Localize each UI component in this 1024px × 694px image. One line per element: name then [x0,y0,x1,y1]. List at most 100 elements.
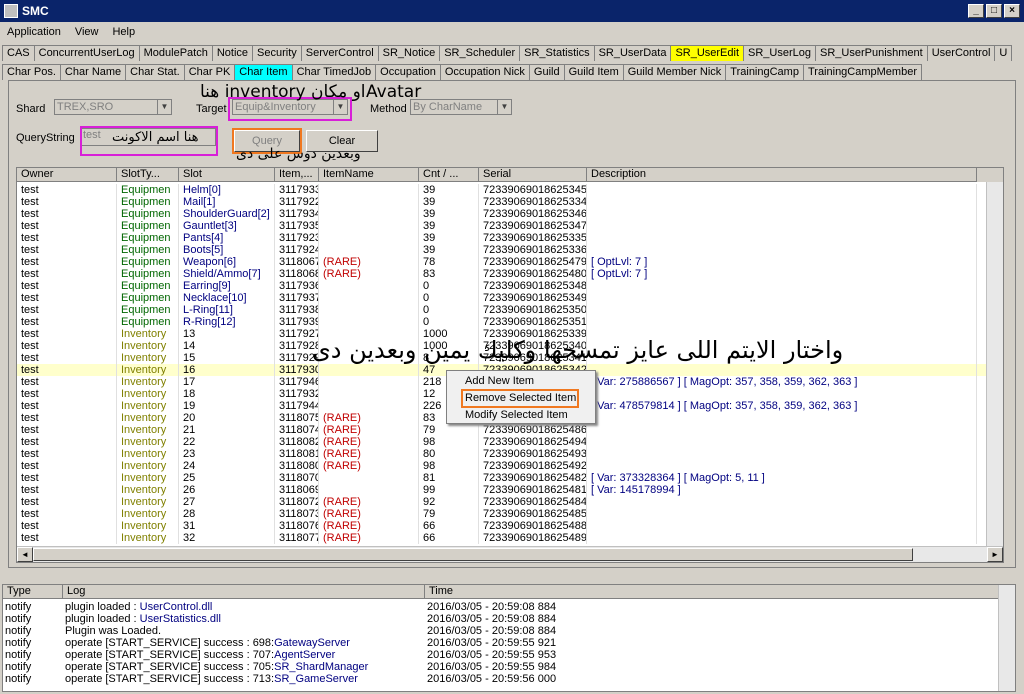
tab-main-14[interactable]: U [994,45,1013,61]
grid-col-0[interactable]: Owner [17,168,117,182]
table-cell: Inventory [117,388,179,400]
table-cell: 92 [419,496,479,508]
log-vertical-scrollbar[interactable] [998,585,1015,691]
table-row[interactable]: test Inventory 25 3118070 81 7233906901862548… [17,472,987,484]
item-grid[interactable]: Owner SlotTy... Slot Item,... ItemName Cnt / … [16,167,1004,563]
log-col-type[interactable]: Type [3,585,63,599]
table-row[interactable]: test Equipmen Pants[4] 3117923 39 72339069018… [17,232,987,244]
table-row[interactable]: test Inventory 21 3118074 (RARE) 79 7233906901… [17,424,987,436]
table-cell: test [17,436,117,448]
menu-application[interactable]: Application [0,26,68,38]
grid-col-4[interactable]: ItemName [319,168,419,182]
table-cell: test [17,424,117,436]
table-row[interactable]: test Inventory 28 3118073 (RARE) 79 7233906901… [17,508,987,520]
tab-sub-7[interactable]: Occupation Nick [439,64,530,80]
shard-select[interactable]: TREX,SRO ▼ [54,99,172,115]
tab-sub-4[interactable]: Char Item [234,64,293,80]
table-row[interactable]: test Equipmen Weapon[6] 3118067 (RARE) 78 7233… [17,256,987,268]
table-row[interactable]: test Equipmen Earring[9] 3117936 0 7233906901… [17,280,987,292]
log-col-time[interactable]: Time [425,585,1001,599]
grid-col-3[interactable]: Item,... [275,168,319,182]
grid-col-5[interactable]: Cnt / ... [419,168,479,182]
table-cell: Equipmen [117,184,179,196]
tab-sub-2[interactable]: Char Stat. [125,64,185,80]
table-row[interactable]: test Inventory 32 3118077 (RARE) 66 7233906901… [17,532,987,544]
table-row[interactable]: test Equipmen Gauntlet[3] 3117935 39 72339069… [17,220,987,232]
log-message: operate [START_SERVICE] success : 713:SR… [63,673,425,685]
tab-sub-0[interactable]: Char Pos. [2,64,61,80]
tab-sub-3[interactable]: Char PK [183,64,236,80]
table-row[interactable]: test Inventory 24 3118080 (RARE) 98 7233906901… [17,460,987,472]
grid-horizontal-scrollbar[interactable]: ◄ ► [17,546,1003,562]
table-row[interactable]: test Inventory 26 3118069 99 7233906901862548… [17,484,987,496]
table-cell: Inventory [117,364,179,376]
scroll-thumb[interactable] [33,548,913,561]
tab-sub-11[interactable]: TrainingCamp [725,64,804,80]
tab-main-7[interactable]: SR_Scheduler [439,45,521,61]
tab-main-9[interactable]: SR_UserData [593,45,672,61]
table-cell: 39 [419,220,479,232]
log-time: 2016/03/05 - 20:59:55 921 [427,637,557,649]
tab-sub-12[interactable]: TrainingCampMember [802,64,922,80]
grid-col-7[interactable]: Description [587,168,977,182]
ctx-modify-selected-item[interactable]: Modify Selected Item [465,409,568,421]
tab-main-5[interactable]: ServerControl [300,45,379,61]
menu-view[interactable]: View [68,26,106,38]
tab-main-2[interactable]: ModulePatch [138,45,213,61]
ctx-add-new-item[interactable]: Add New Item [465,375,534,387]
table-row[interactable]: test Equipmen L-Ring[11] 3117938 0 7233906901… [17,304,987,316]
table-cell: 31 [179,520,275,532]
menu-help[interactable]: Help [105,26,142,38]
tab-main-8[interactable]: SR_Statistics [519,45,595,61]
log-text: plugin loaded : [65,601,140,613]
tab-main-6[interactable]: SR_Notice [377,45,441,61]
tab-main-1[interactable]: ConcurrentUserLog [33,45,140,61]
tab-main-10[interactable]: SR_UserEdit [670,45,745,61]
table-row[interactable]: test Equipmen Boots[5] 3117924 39 72339069018… [17,244,987,256]
tab-sub-6[interactable]: Occupation [375,64,441,80]
table-row[interactable]: test Equipmen ShoulderGuard[2] 3117934 39 723… [17,208,987,220]
grid-vertical-scrollbar[interactable] [986,182,1003,562]
tab-sub-1[interactable]: Char Name [59,64,127,80]
tab-sub-10[interactable]: Guild Member Nick [622,64,727,80]
table-row[interactable]: test Equipmen R-Ring[12] 3117939 0 7233906901… [17,316,987,328]
tab-sub-9[interactable]: Guild Item [563,64,624,80]
scroll-right-icon[interactable]: ► [987,547,1003,562]
table-row[interactable]: test Inventory 27 3118072 (RARE) 92 7233906901… [17,496,987,508]
table-cell: Equipmen [117,232,179,244]
tab-main-12[interactable]: SR_UserPunishment [815,45,928,61]
tab-main-4[interactable]: Security [252,45,302,61]
table-row[interactable]: test Inventory 31 3118076 (RARE) 66 7233906901… [17,520,987,532]
tab-main-13[interactable]: UserControl [926,45,996,61]
close-button[interactable]: × [1004,4,1020,18]
log-time: 2016/03/05 - 20:59:55 953 [427,649,557,661]
tab-main-3[interactable]: Notice [211,45,254,61]
table-cell [587,436,977,448]
grid-col-2[interactable]: Slot [179,168,275,182]
table-cell [587,184,977,196]
tab-sub-8[interactable]: Guild [528,64,565,80]
grid-header: Owner SlotTy... Slot Item,... ItemName Cnt / … [17,168,1003,182]
table-row[interactable]: test Equipmen Shield/Ammo[7] 3118068 (RARE) 8… [17,268,987,280]
table-cell: ShoulderGuard[2] [179,208,275,220]
scroll-left-icon[interactable]: ◄ [17,547,33,562]
tab-main-11[interactable]: SR_UserLog [743,45,816,61]
minimize-button[interactable]: _ [968,4,984,18]
tab-main-0[interactable]: CAS [2,45,35,61]
tab-sub-5[interactable]: Char TimedJob [291,64,377,80]
table-row[interactable]: test Equipmen Mail[1] 3117922 39 723390690186… [17,196,987,208]
method-select[interactable]: By CharName ▼ [410,99,512,115]
maximize-button[interactable]: □ [986,4,1002,18]
table-cell: Inventory [117,376,179,388]
table-cell: 72339069018625347 [479,220,587,232]
table-row[interactable]: test Inventory 23 3118081 (RARE) 80 7233906901… [17,448,987,460]
table-row[interactable]: test Inventory 22 3118082 (RARE) 98 7233906901… [17,436,987,448]
log-col-log[interactable]: Log [63,585,425,599]
grid-col-6[interactable]: Serial [479,168,587,182]
method-label: Method [370,103,407,115]
table-row[interactable]: test Equipmen Helm[0] 3117933 39 723390690186… [17,184,987,196]
table-row[interactable]: test Equipmen Necklace[10] 3117937 0 72339069… [17,292,987,304]
table-cell: Equipmen [117,292,179,304]
grid-col-1[interactable]: SlotTy... [117,168,179,182]
log-type: notify [5,625,32,637]
